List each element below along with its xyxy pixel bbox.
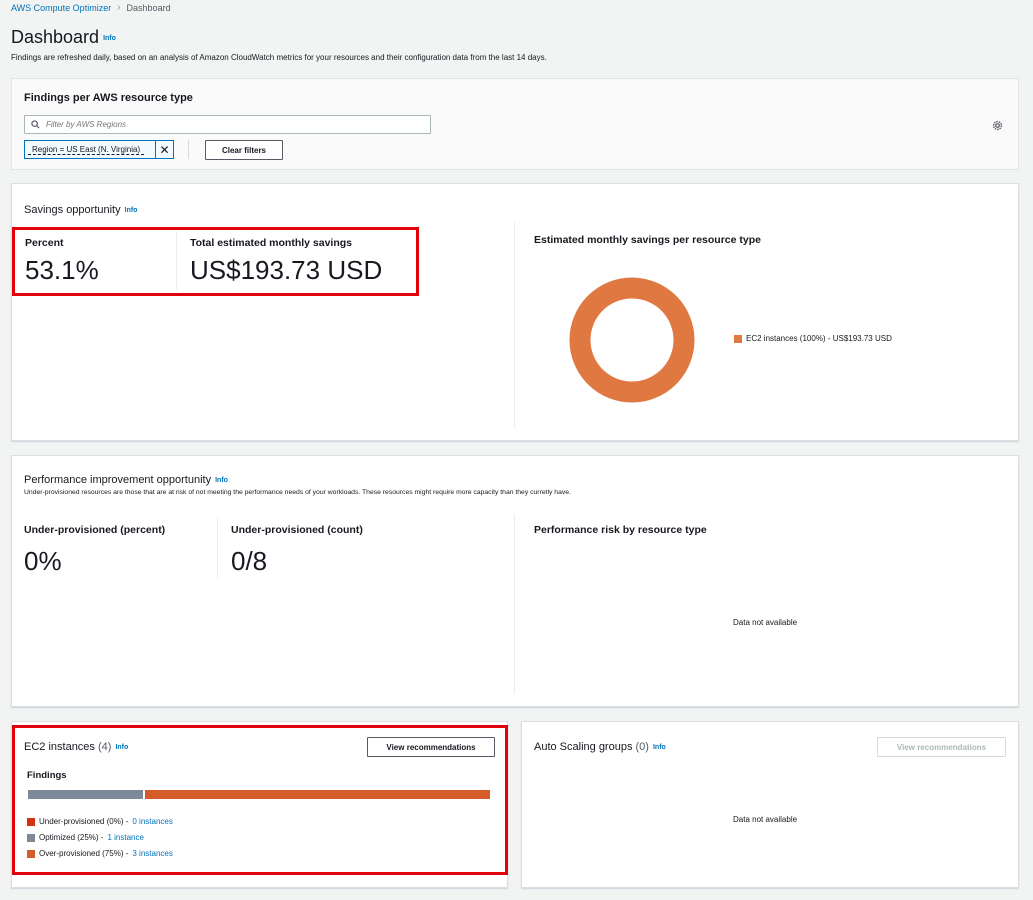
total-savings-value: US$193.73 USD <box>190 255 383 285</box>
ec2-panel: EC2 instances (4) Info View recommendatio… <box>11 721 508 888</box>
metric-divider <box>176 232 177 290</box>
savings-info-link[interactable]: Info <box>125 207 138 214</box>
legend-under-provisioned: Under-provisioned (0%) - 0 instances <box>27 817 173 826</box>
over-provisioned-instances-link[interactable]: 3 instances <box>132 849 172 858</box>
performance-panel: Performance improvement opportunity Info … <box>11 455 1019 707</box>
legend-swatch-optimized <box>27 833 35 842</box>
legend-swatch-ec2 <box>734 334 742 343</box>
breadcrumb-compute-optimizer[interactable]: AWS Compute Optimizer <box>11 3 111 13</box>
region-token-label: Region = US East (N. Virginia) <box>28 145 145 155</box>
filter-divider <box>188 140 189 159</box>
savings-chart-title: Estimated monthly savings per resource t… <box>534 234 761 246</box>
page-title-text: Dashboard <box>11 27 100 47</box>
legend-swatch-over <box>27 849 35 858</box>
savings-panel: Savings opportunity Info Percent 53.1% To… <box>11 183 1019 441</box>
legend-under-text: Under-provisioned (0%) - <box>39 817 129 826</box>
total-savings-label: Total estimated monthly savings <box>190 237 353 249</box>
savings-title: Savings opportunity Info <box>24 204 137 216</box>
asg-title-text: Auto Scaling groups <box>534 741 633 753</box>
breadcrumb-current: Dashboard <box>126 2 171 13</box>
legend-swatch-under <box>27 817 35 826</box>
performance-description: Under-provisioned resources are those th… <box>24 489 571 496</box>
chevron-right-icon: › <box>117 2 121 13</box>
legend-over-text: Over-provisioned (75%) - <box>39 849 129 858</box>
filter-panel-title: Findings per AWS resource type <box>24 92 193 104</box>
risk-empty-state: Data not available <box>733 618 798 627</box>
performance-info-link[interactable]: Info <box>215 477 228 484</box>
risk-chart-title: Performance risk by resource type <box>534 524 707 536</box>
gear-icon[interactable] <box>992 120 1003 131</box>
under-count-value: 0/8 <box>231 546 268 576</box>
page-info-link[interactable]: Info <box>103 35 116 42</box>
findings-bar-optimized <box>28 790 143 799</box>
asg-empty-state: Data not available <box>733 815 798 824</box>
findings-label: Findings <box>27 770 67 781</box>
ec2-title: EC2 instances (4) Info <box>24 741 128 753</box>
legend-optimized-text: Optimized (25%) - <box>39 833 104 842</box>
under-percent-value: 0% <box>24 546 62 576</box>
breadcrumb: AWS Compute Optimizer › Dashboard <box>11 2 171 13</box>
asg-panel: Auto Scaling groups (0) Info View recomme… <box>521 721 1019 888</box>
under-percent-label: Under-provisioned (percent) <box>24 524 166 536</box>
page-subtitle: Findings are refreshed daily, based on a… <box>11 53 547 62</box>
optimized-instances-link[interactable]: 1 instance <box>107 833 143 842</box>
region-filter-token: Region = US East (N. Virginia) ✕ <box>24 140 174 159</box>
savings-divider <box>514 222 515 428</box>
asg-title: Auto Scaling groups (0) Info <box>534 741 666 753</box>
region-filter[interactable] <box>24 115 431 134</box>
legend-optimized: Optimized (25%) - 1 instance <box>27 833 144 842</box>
asg-view-recommendations-button[interactable]: View recommendations <box>877 737 1006 757</box>
ec2-title-text: EC2 instances <box>24 741 95 753</box>
percent-label: Percent <box>25 237 64 249</box>
performance-title-text: Performance improvement opportunity <box>24 474 212 486</box>
savings-highlight-box: Percent 53.1% Total estimated monthly sa… <box>12 227 419 296</box>
page-title: Dashboard Info <box>11 27 116 48</box>
legend-over-provisioned: Over-provisioned (75%) - 3 instances <box>27 849 173 858</box>
percent-value: 53.1% <box>25 255 99 285</box>
savings-legend-label: EC2 instances (100%) - US$193.73 USD <box>746 334 892 343</box>
performance-divider <box>514 514 515 694</box>
clear-filters-button[interactable]: Clear filters <box>205 140 283 160</box>
ec2-count: (4) <box>98 741 112 753</box>
savings-donut-chart <box>569 277 695 403</box>
ec2-view-recommendations-button[interactable]: View recommendations <box>367 737 495 757</box>
ec2-info-link[interactable]: Info <box>115 744 128 751</box>
donut-slice-ec2 <box>569 277 695 403</box>
savings-title-text: Savings opportunity <box>24 204 121 216</box>
search-icon <box>31 120 40 129</box>
savings-legend: EC2 instances (100%) - US$193.73 USD <box>734 334 892 343</box>
performance-metric-divider <box>217 518 218 578</box>
findings-bar <box>28 790 490 799</box>
filter-panel: Findings per AWS resource type Region = … <box>11 78 1019 170</box>
asg-count: (0) <box>635 741 649 753</box>
region-filter-input[interactable] <box>46 120 416 129</box>
performance-title: Performance improvement opportunity Info <box>24 474 228 486</box>
under-count-label: Under-provisioned (count) <box>231 524 363 536</box>
findings-bar-over-provisioned <box>145 790 490 799</box>
asg-info-link[interactable]: Info <box>653 744 666 751</box>
remove-token-close-icon[interactable]: ✕ <box>155 141 173 158</box>
under-provisioned-instances-link[interactable]: 0 instances <box>132 817 172 826</box>
